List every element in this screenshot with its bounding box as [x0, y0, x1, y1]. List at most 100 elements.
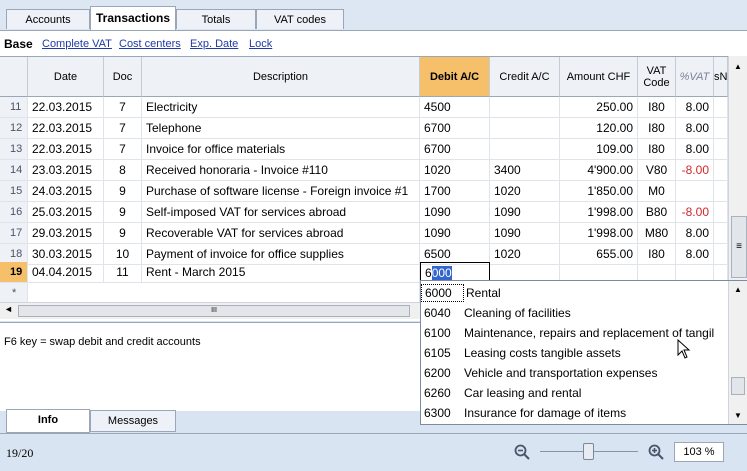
cell-sn[interactable]: [714, 160, 728, 181]
cell-pct-vat[interactable]: [676, 181, 714, 202]
cell-pct-vat[interactable]: 8.00: [676, 223, 714, 244]
cell-doc[interactable]: 9: [104, 202, 142, 223]
table-row[interactable]: 15 24.03.2015 9 Purchase of software licens…: [0, 181, 728, 202]
dropdown-scrollbar[interactable]: ▲ ▼: [728, 281, 747, 424]
cell-debit[interactable]: 1020: [420, 160, 490, 181]
cell-sn[interactable]: [714, 181, 728, 202]
cell-credit[interactable]: [490, 118, 560, 139]
tab-totals[interactable]: Totals: [176, 9, 256, 29]
dropdown-item[interactable]: 6040 Cleaning of facilities: [421, 303, 729, 323]
zoom-out-icon[interactable]: [514, 444, 530, 460]
cell-credit[interactable]: [490, 97, 560, 118]
cell-date[interactable]: 25.03.2015: [28, 202, 104, 223]
table-row[interactable]: 14 23.03.2015 8 Received honoraria - Invoic…: [0, 160, 728, 181]
account-autocomplete-dropdown[interactable]: 6000 Rental 6040 Cleaning of facilities 6100…: [420, 280, 747, 425]
cell-description[interactable]: Electricity: [142, 97, 420, 118]
column-header-amount[interactable]: Amount CHF: [560, 57, 638, 97]
zoom-slider-thumb[interactable]: [583, 443, 594, 460]
cell-description[interactable]: Received honoraria - Invoice #110: [142, 160, 420, 181]
cell-vat-code[interactable]: V80: [638, 160, 676, 181]
view-complete-vat[interactable]: Complete VAT: [42, 38, 112, 50]
cell-vat-code[interactable]: M80: [638, 223, 676, 244]
cell-date[interactable]: 22.03.2015: [28, 118, 104, 139]
table-horizontal-scrollbar[interactable]: ◄ III: [0, 302, 420, 319]
cell-pct-vat[interactable]: -8.00: [676, 160, 714, 181]
cell-amount[interactable]: 1'998.00: [560, 223, 638, 244]
cell-date[interactable]: 22.03.2015: [28, 97, 104, 118]
cell-doc[interactable]: 7: [104, 139, 142, 160]
cell-amount[interactable]: 1'998.00: [560, 202, 638, 223]
cell-sn[interactable]: [714, 202, 728, 223]
column-header-doc[interactable]: Doc: [104, 57, 142, 97]
cell-credit[interactable]: 1090: [490, 223, 560, 244]
column-header-pct-vat[interactable]: %VAT: [676, 57, 714, 97]
view-exp-date[interactable]: Exp. Date: [190, 38, 238, 50]
scroll-thumb[interactable]: ≡: [731, 216, 747, 278]
column-header-date[interactable]: Date: [28, 57, 104, 97]
column-header-credit[interactable]: Credit A/C: [490, 57, 560, 97]
cell-credit[interactable]: 1020: [490, 181, 560, 202]
cell-debit[interactable]: 4500: [420, 97, 490, 118]
cell-debit[interactable]: 6700: [420, 139, 490, 160]
cell-doc[interactable]: 8: [104, 160, 142, 181]
scroll-thumb[interactable]: [731, 377, 745, 395]
cell-description[interactable]: Self-imposed VAT for services abroad: [142, 202, 420, 223]
cell-pct-vat[interactable]: 8.00: [676, 118, 714, 139]
cell-description[interactable]: Recoverable VAT for services abroad: [142, 223, 420, 244]
cell-doc[interactable]: 11: [104, 262, 142, 283]
scroll-down-arrow-icon[interactable]: ▼: [734, 411, 742, 420]
scroll-left-arrow-icon[interactable]: ◄: [4, 304, 13, 314]
cell-vat-code[interactable]: M0: [638, 181, 676, 202]
cell-description[interactable]: Invoice for office materials: [142, 139, 420, 160]
cell-vat-code[interactable]: B80: [638, 202, 676, 223]
cell-vat-code[interactable]: I80: [638, 97, 676, 118]
cell-credit[interactable]: 3400: [490, 160, 560, 181]
zoom-in-icon[interactable]: [648, 444, 664, 460]
view-cost-centers[interactable]: Cost centers: [119, 38, 181, 50]
tab-transactions[interactable]: Transactions: [90, 6, 176, 31]
table-row[interactable]: 12 22.03.2015 7 Telephone 6700 120.00 I80 8.00: [0, 118, 728, 139]
cell-credit[interactable]: [490, 139, 560, 160]
cell-amount[interactable]: 4'900.00: [560, 160, 638, 181]
cell-credit[interactable]: 1090: [490, 202, 560, 223]
cell-description[interactable]: Purchase of software license - Foreign i…: [142, 181, 420, 202]
cell-date[interactable]: 04.04.2015: [28, 262, 104, 283]
table-row[interactable]: 16 25.03.2015 9 Self-imposed VAT for servic…: [0, 202, 728, 223]
table-row[interactable]: 13 22.03.2015 7 Invoice for office material…: [0, 139, 728, 160]
cell-description[interactable]: Telephone: [142, 118, 420, 139]
cell-doc[interactable]: 9: [104, 181, 142, 202]
cell-debit[interactable]: 1700: [420, 181, 490, 202]
dropdown-item[interactable]: 6000 Rental: [421, 283, 729, 303]
cell-vat-code[interactable]: I80: [638, 118, 676, 139]
cell-date[interactable]: 23.03.2015: [28, 160, 104, 181]
cell-debit[interactable]: 6700: [420, 118, 490, 139]
tab-vat-codes[interactable]: VAT codes: [256, 9, 344, 29]
cell-doc[interactable]: 9: [104, 223, 142, 244]
dropdown-item[interactable]: 6300 Insurance for damage of items: [421, 403, 729, 423]
column-header-description[interactable]: Description: [142, 57, 420, 97]
cell-pct-vat[interactable]: 8.00: [676, 97, 714, 118]
hscroll-thumb[interactable]: III: [18, 305, 410, 317]
cell-debit[interactable]: 1090: [420, 223, 490, 244]
tab-accounts[interactable]: Accounts: [6, 9, 90, 29]
cell-date[interactable]: 24.03.2015: [28, 181, 104, 202]
column-header-sn[interactable]: sN: [714, 57, 728, 97]
cell-sn[interactable]: [714, 118, 728, 139]
view-lock[interactable]: Lock: [249, 38, 272, 50]
scroll-up-arrow-icon[interactable]: ▲: [734, 62, 742, 71]
column-header-debit[interactable]: Debit A/C: [420, 57, 490, 97]
cell-amount[interactable]: 1'850.00: [560, 181, 638, 202]
cell-amount[interactable]: 250.00: [560, 97, 638, 118]
zoom-level[interactable]: 103 %: [674, 442, 724, 462]
cell-date[interactable]: 22.03.2015: [28, 139, 104, 160]
dropdown-item[interactable]: 6200 Vehicle and transportation expenses: [421, 363, 729, 383]
cell-sn[interactable]: [714, 97, 728, 118]
table-row[interactable]: 11 22.03.2015 7 Electricity 4500 250.00 I80 8.0…: [0, 97, 728, 118]
cell-date[interactable]: 29.03.2015: [28, 223, 104, 244]
dropdown-item[interactable]: 6260 Car leasing and rental: [421, 383, 729, 403]
cell-sn[interactable]: [714, 223, 728, 244]
cell-sn[interactable]: [714, 139, 728, 160]
cell-amount[interactable]: 109.00: [560, 139, 638, 160]
cell-description[interactable]: Rent - March 2015: [142, 262, 420, 283]
tab-messages[interactable]: Messages: [90, 410, 176, 432]
